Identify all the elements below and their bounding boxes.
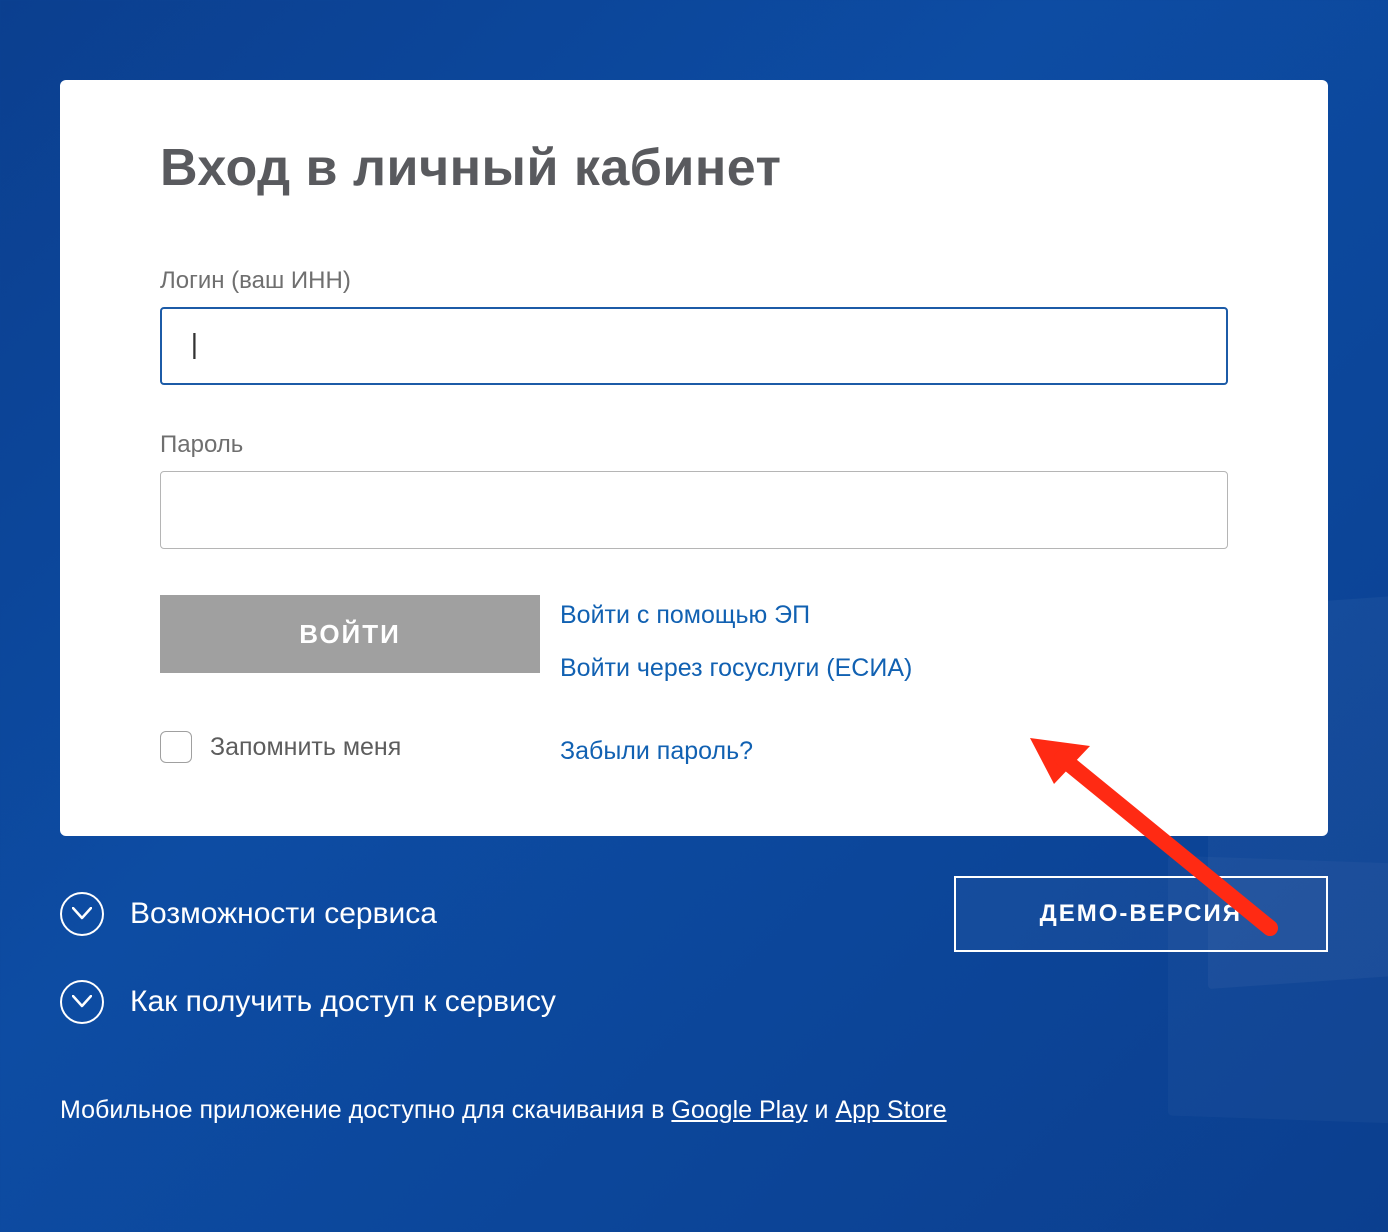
login-input[interactable] (160, 307, 1228, 385)
login-field-block: Логин (ваш ИНН) (160, 267, 1228, 385)
login-label: Логин (ваш ИНН) (160, 267, 1228, 295)
mobile-apps-line: Мобильное приложение доступно для скачив… (60, 1096, 1328, 1125)
password-field-block: Пароль (160, 431, 1228, 549)
login-ep-link[interactable]: Войти с помощью ЭП (560, 601, 912, 630)
demo-button[interactable]: ДЕМО-ВЕРСИЯ (954, 876, 1328, 952)
remember-label: Запомнить меня (210, 733, 401, 762)
google-play-link[interactable]: Google Play (671, 1096, 807, 1124)
chevron-down-icon (60, 980, 104, 1024)
features-label: Возможности сервиса (130, 897, 437, 931)
chevron-down-icon (60, 892, 104, 936)
apps-prefix: Мобильное приложение доступно для скачив… (60, 1096, 671, 1124)
password-input[interactable] (160, 471, 1228, 549)
forgot-password-link[interactable]: Забыли пароль? (560, 737, 753, 766)
apps-conj: и (808, 1096, 836, 1124)
login-esia-link[interactable]: Войти через госуслуги (ЕСИА) (560, 654, 912, 683)
howto-label: Как получить доступ к сервису (130, 985, 556, 1019)
password-label: Пароль (160, 431, 1228, 459)
remember-checkbox[interactable] (160, 731, 192, 763)
features-toggle[interactable]: Возможности сервиса (60, 892, 437, 936)
howto-toggle[interactable]: Как получить доступ к сервису (60, 980, 556, 1024)
login-card: Вход в личный кабинет Логин (ваш ИНН) Па… (60, 80, 1328, 836)
login-button[interactable]: ВОЙТИ (160, 595, 540, 673)
card-title: Вход в личный кабинет (160, 140, 1228, 197)
app-store-link[interactable]: App Store (835, 1096, 946, 1124)
